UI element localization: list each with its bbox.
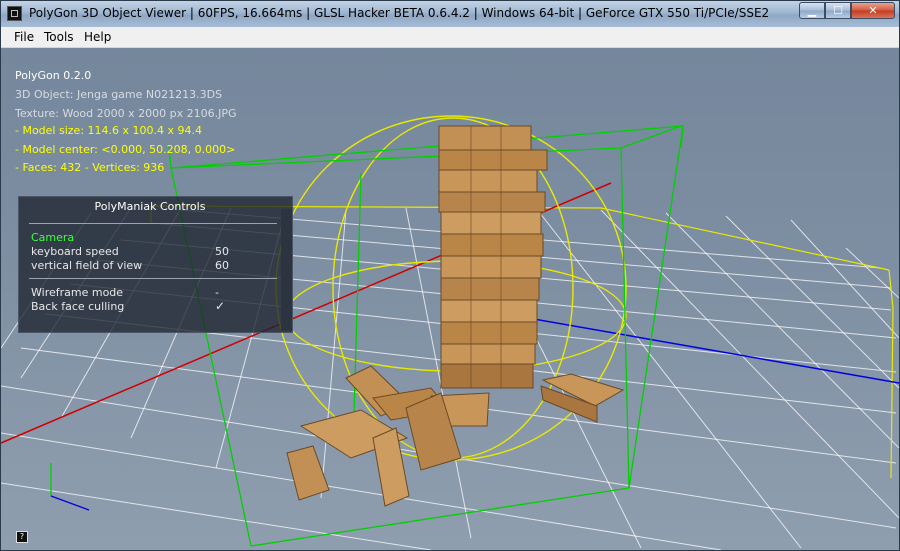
minimize-button[interactable]: ▁	[799, 2, 825, 19]
close-icon: ✕	[868, 4, 878, 17]
help-icon[interactable]: ?	[16, 531, 28, 543]
controls-title: PolyManiak Controls	[94, 200, 206, 213]
maximize-button[interactable]: ☐	[825, 2, 851, 19]
keyboard-speed-value[interactable]: 50	[215, 245, 229, 258]
bounding-box	[168, 125, 684, 547]
backface-label: Back face culling	[31, 300, 125, 313]
minimize-icon: ▁	[807, 4, 817, 17]
maximize-icon: ☐	[833, 4, 843, 17]
panel-divider	[29, 223, 277, 224]
keyboard-speed-label: keyboard speed	[31, 245, 119, 258]
fov-value[interactable]: 60	[215, 259, 229, 272]
menu-tools[interactable]: Tools	[44, 30, 74, 44]
menu-file[interactable]: File	[14, 30, 34, 44]
3d-viewport[interactable]: PolyGon 0.2.0 3D Object: Jenga game N021…	[1, 48, 899, 550]
faces-vertices: - Faces: 432 - Vertices: 936	[15, 161, 165, 174]
menu-help[interactable]: Help	[84, 30, 111, 44]
origin-gizmo	[50, 463, 90, 511]
close-button[interactable]: ✕	[851, 2, 895, 19]
backface-checkbox[interactable]: ✓	[215, 299, 225, 313]
texture-name: Texture: Wood 2000 x 2000 px 2106.JPG	[15, 107, 237, 120]
jenga-tower	[438, 125, 548, 389]
section-camera: Camera	[31, 231, 75, 244]
controls-panel[interactable]: PolyManiak Controls Camera keyboard spee…	[18, 196, 293, 333]
app-window: PolyGon 3D Object Viewer | 60FPS, 16.664…	[0, 0, 900, 551]
window-title: PolyGon 3D Object Viewer | 60FPS, 16.664…	[29, 6, 770, 20]
model-center: - Model center: <0.000, 50.208, 0.000>	[15, 143, 236, 156]
panel-divider	[29, 278, 277, 279]
wireframe-toggle[interactable]: -	[215, 286, 219, 299]
controls-scrollbar[interactable]	[281, 209, 292, 331]
wireframe-label: Wireframe mode	[31, 286, 124, 299]
app-icon	[7, 6, 22, 21]
app-version: PolyGon 0.2.0	[15, 69, 92, 82]
menu-bar: File Tools Help	[1, 27, 899, 48]
fov-label: vertical field of view	[31, 259, 143, 272]
object-name: 3D Object: Jenga game N021213.3DS	[15, 88, 223, 101]
title-bar[interactable]: PolyGon 3D Object Viewer | 60FPS, 16.664…	[1, 1, 899, 27]
model-size: - Model size: 114.6 x 100.4 x 94.4	[15, 124, 202, 137]
